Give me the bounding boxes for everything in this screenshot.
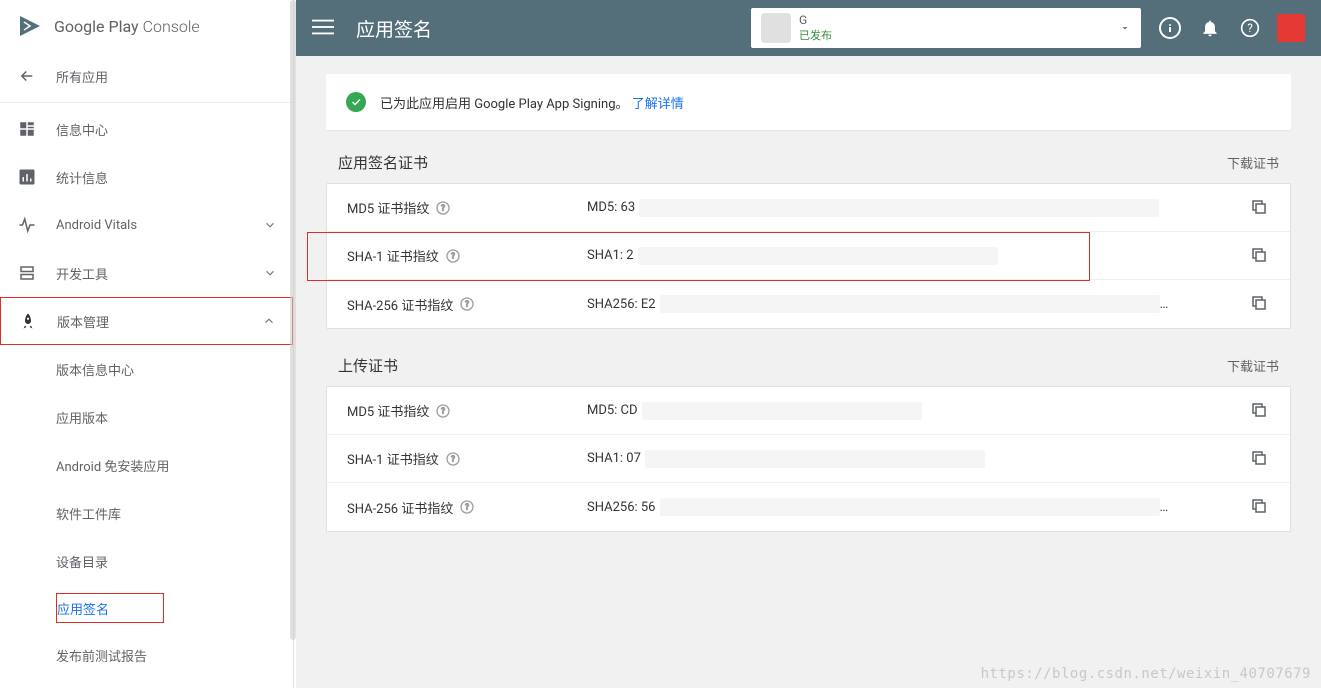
watermark: https://blog.csdn.net/weixin_40707679 xyxy=(981,666,1311,682)
cert-value: MD5: CD xyxy=(587,402,1250,420)
subnav-app-signing[interactable]: 应用签名 xyxy=(56,593,164,623)
subnav-app-releases[interactable]: 应用版本 xyxy=(56,393,293,441)
chevron-down-icon xyxy=(263,218,277,232)
copy-icon[interactable] xyxy=(1250,246,1270,266)
info-icon[interactable] xyxy=(1159,17,1181,39)
cert-row-md5: MD5 证书指纹 ? MD5: 63 xyxy=(327,184,1290,232)
subnav-artifact-library[interactable]: 软件工件库 xyxy=(56,489,293,537)
svg-text:?: ? xyxy=(465,503,469,512)
app-selector[interactable]: G 已发布 xyxy=(751,8,1141,48)
cert-value: SHA1: 07 xyxy=(587,450,1250,468)
help-circle-icon[interactable]: ? xyxy=(435,403,451,419)
svg-text:?: ? xyxy=(442,406,446,415)
cert-row-md5: MD5 证书指纹 ? MD5: CD xyxy=(327,387,1290,435)
page-title: 应用签名 xyxy=(356,15,432,42)
sidebar-item-dashboard[interactable]: 信息中心 xyxy=(0,105,293,153)
help-circle-icon[interactable]: ? xyxy=(445,451,461,467)
arrow-left-icon xyxy=(16,65,38,87)
subnav-release-dashboard[interactable]: 版本信息中心 xyxy=(56,345,293,393)
caret-down-icon xyxy=(1119,22,1131,34)
download-cert-button[interactable]: 下载证书 xyxy=(1205,153,1279,172)
signing-cert-card: MD5 证书指纹 ? MD5: 63 SHA-1 证书指纹 ? SHA1: 2 … xyxy=(326,183,1291,329)
sidebar-item-release[interactable]: 版本管理 xyxy=(0,297,293,345)
app-selector-text: G 已发布 xyxy=(799,13,1111,43)
main-content: 已为此应用启用 Google Play App Signing。 了解详情 应用… xyxy=(296,56,1321,688)
section-title: 应用签名证书 xyxy=(338,152,1205,173)
sidebar-back[interactable]: 所有应用 xyxy=(0,52,293,100)
play-logo-icon xyxy=(16,14,44,38)
upload-cert-card: MD5 证书指纹 ? MD5: CD SHA-1 证书指纹 ? SHA1: 07… xyxy=(326,386,1291,532)
devtools-icon xyxy=(16,262,38,284)
cert-value: MD5: 63 xyxy=(587,199,1250,217)
cert-label: MD5 证书指纹 ? xyxy=(347,401,587,420)
copy-icon[interactable] xyxy=(1250,294,1270,314)
copy-icon[interactable] xyxy=(1250,401,1270,421)
cert-value: SHA256: 56… xyxy=(587,498,1250,516)
copy-icon[interactable] xyxy=(1250,449,1270,469)
brand-logo[interactable]: Google Play Console xyxy=(0,0,293,52)
help-circle-icon[interactable]: ? xyxy=(459,499,475,515)
svg-text:?: ? xyxy=(442,203,446,212)
menu-icon[interactable] xyxy=(312,16,336,40)
brand-text: Google Play Console xyxy=(54,17,200,36)
cert-row-sha256: SHA-256 证书指纹 ? SHA256: 56… xyxy=(327,483,1290,531)
cert-label: SHA-256 证书指纹 ? xyxy=(347,498,587,517)
chevron-up-icon xyxy=(262,314,276,328)
sidebar-item-devtools[interactable]: 开发工具 xyxy=(0,249,293,297)
rocket-icon xyxy=(17,310,39,332)
info-banner: 已为此应用启用 Google Play App Signing。 了解详情 xyxy=(326,74,1291,130)
svg-text:?: ? xyxy=(451,251,455,260)
help-circle-icon[interactable]: ? xyxy=(435,200,451,216)
avatar[interactable] xyxy=(1277,14,1305,42)
divider xyxy=(0,102,293,103)
sidebar-back-label: 所有应用 xyxy=(56,67,277,86)
section-title: 上传证书 xyxy=(338,355,1205,376)
cert-label: SHA-1 证书指纹 ? xyxy=(347,449,587,468)
cert-value: SHA256: E2… xyxy=(587,295,1250,313)
app-icon xyxy=(761,13,791,43)
subnav-instant-apps[interactable]: Android 免安装应用 xyxy=(56,441,293,489)
cert-label: MD5 证书指纹 ? xyxy=(347,198,587,217)
dashboard-icon xyxy=(16,118,38,140)
cert-row-sha256: SHA-256 证书指纹 ? SHA256: E2… xyxy=(327,280,1290,328)
section-header-signing: 应用签名证书 下载证书 xyxy=(338,152,1291,173)
sidebar-item-label: Android Vitals xyxy=(56,218,263,233)
copy-icon[interactable] xyxy=(1250,198,1270,218)
section-header-upload: 上传证书 下载证书 xyxy=(338,355,1291,376)
bell-icon[interactable] xyxy=(1199,17,1221,39)
subnav-device-catalog[interactable]: 设备目录 xyxy=(56,537,293,585)
sidebar-item-vitals[interactable]: Android Vitals xyxy=(0,201,293,249)
svg-text:?: ? xyxy=(465,300,469,309)
cert-row-sha1: SHA-1 证书指纹 ? SHA1: 07 xyxy=(327,435,1290,483)
svg-text:?: ? xyxy=(1247,21,1253,35)
help-circle-icon[interactable]: ? xyxy=(459,296,475,312)
learn-more-link[interactable]: 了解详情 xyxy=(632,97,684,112)
subnav-prelaunch-report[interactable]: 发布前测试报告 xyxy=(56,631,293,679)
cert-value: SHA1: 2 xyxy=(587,247,1250,265)
download-cert-button[interactable]: 下载证书 xyxy=(1205,356,1279,375)
header: 应用签名 G 已发布 ? xyxy=(296,0,1321,56)
sidebar: Google Play Console 所有应用 信息中心 统计信息 Andro… xyxy=(0,0,294,688)
help-icon[interactable]: ? xyxy=(1239,17,1261,39)
sidebar-item-label: 信息中心 xyxy=(56,120,277,139)
sidebar-item-label: 版本管理 xyxy=(57,312,262,331)
copy-icon[interactable] xyxy=(1250,497,1270,517)
sidebar-item-statistics[interactable]: 统计信息 xyxy=(0,153,293,201)
sidebar-item-label: 统计信息 xyxy=(56,168,277,187)
cert-row-sha1: SHA-1 证书指纹 ? SHA1: 2 xyxy=(327,232,1290,280)
sidebar-item-label: 开发工具 xyxy=(56,264,263,283)
cert-label: SHA-1 证书指纹 ? xyxy=(347,246,587,265)
chevron-down-icon xyxy=(263,266,277,280)
vitals-icon xyxy=(16,214,38,236)
svg-text:?: ? xyxy=(451,454,455,463)
sidebar-subnav: 版本信息中心 应用版本 Android 免安装应用 软件工件库 设备目录 应用签… xyxy=(0,345,293,679)
check-circle-icon xyxy=(346,92,366,112)
cert-label: SHA-256 证书指纹 ? xyxy=(347,295,587,314)
banner-text: 已为此应用启用 Google Play App Signing。 了解详情 xyxy=(380,93,684,112)
help-circle-icon[interactable]: ? xyxy=(445,248,461,264)
stats-icon xyxy=(16,166,38,188)
